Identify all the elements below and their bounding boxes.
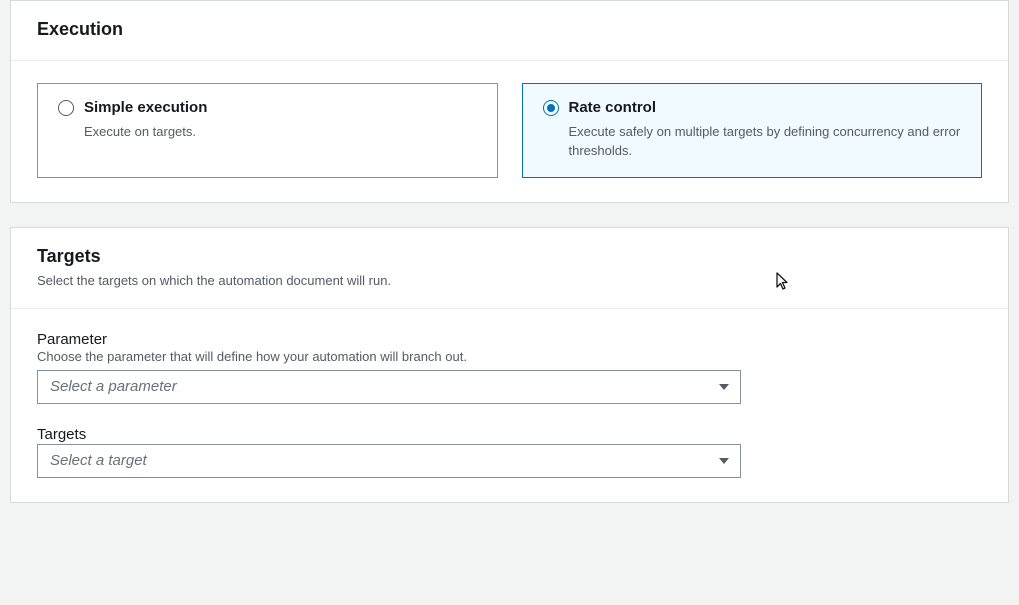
radio-icon — [543, 100, 559, 116]
parameter-select[interactable]: Select a parameter — [37, 370, 741, 404]
execution-option-simple[interactable]: Simple execution Execute on targets. — [37, 83, 498, 178]
parameter-field: Parameter Choose the parameter that will… — [37, 331, 982, 404]
targets-select-placeholder: Select a target — [37, 444, 741, 478]
execution-header: Execution — [11, 1, 1008, 61]
caret-down-icon — [719, 458, 729, 464]
targets-field-label: Targets — [37, 426, 982, 443]
execution-option-simple-title: Simple execution — [84, 98, 477, 118]
caret-down-icon — [719, 384, 729, 390]
execution-option-rate-control[interactable]: Rate control Execute safely on multiple … — [522, 83, 983, 178]
execution-title: Execution — [37, 19, 982, 40]
parameter-select-placeholder: Select a parameter — [37, 370, 741, 404]
targets-panel: Targets Select the targets on which the … — [10, 227, 1009, 503]
targets-select[interactable]: Select a target — [37, 444, 741, 478]
parameter-label: Parameter — [37, 331, 982, 348]
targets-header: Targets Select the targets on which the … — [11, 228, 1008, 309]
execution-panel: Execution Simple execution Execute on ta… — [10, 0, 1009, 203]
targets-title: Targets — [37, 246, 982, 267]
execution-option-rate-title: Rate control — [569, 98, 962, 118]
targets-body: Parameter Choose the parameter that will… — [11, 309, 1008, 502]
execution-option-rate-desc: Execute safely on multiple targets by de… — [569, 122, 962, 161]
radio-icon — [58, 100, 74, 116]
targets-subtitle: Select the targets on which the automati… — [37, 273, 982, 288]
execution-body: Simple execution Execute on targets. Rat… — [11, 61, 1008, 202]
execution-option-simple-desc: Execute on targets. — [84, 122, 477, 142]
targets-field: Targets Select a target — [37, 426, 982, 478]
parameter-help: Choose the parameter that will define ho… — [37, 349, 982, 364]
execution-radio-group: Simple execution Execute on targets. Rat… — [37, 83, 982, 178]
